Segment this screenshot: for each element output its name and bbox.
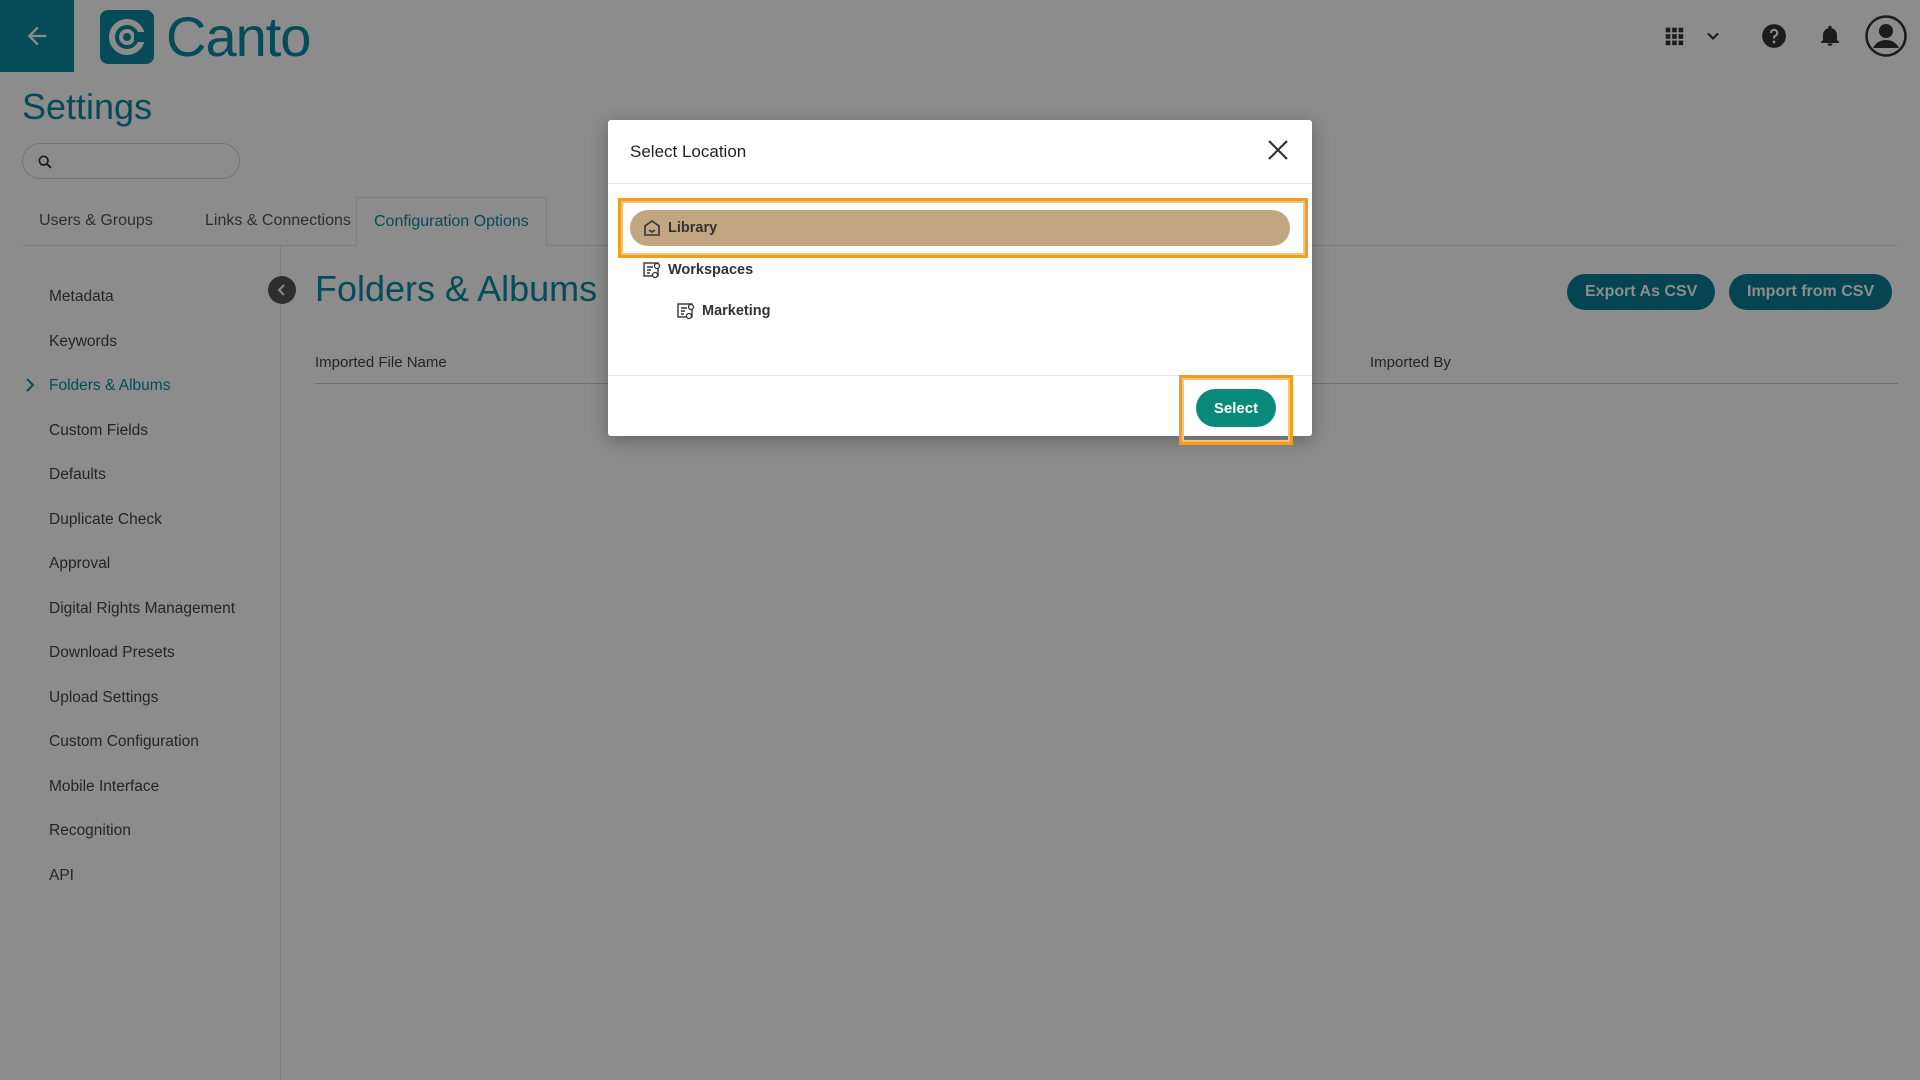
tree-item-library[interactable]: Library xyxy=(630,210,1290,246)
tree-item-label: Marketing xyxy=(702,303,771,319)
tree-item-workspaces[interactable]: Workspaces xyxy=(642,256,753,284)
app-window: Canto Settings Users & Groups Links & Co… xyxy=(0,0,1920,1080)
tree-item-label: Workspaces xyxy=(668,262,754,278)
workspace-icon xyxy=(643,262,661,279)
close-button[interactable] xyxy=(1262,134,1294,166)
tree-item-marketing[interactable]: Marketing xyxy=(676,297,771,325)
select-location-dialog: Select Location Library Workspaces Marke… xyxy=(608,120,1312,445)
workspace-icon xyxy=(677,303,695,320)
dialog-header-divider xyxy=(608,183,1312,184)
library-icon xyxy=(644,220,660,236)
dialog-title: Select Location xyxy=(630,142,747,161)
select-button[interactable]: Select xyxy=(1196,389,1276,427)
close-icon xyxy=(1268,140,1288,160)
tree-item-label: Library xyxy=(668,220,718,236)
